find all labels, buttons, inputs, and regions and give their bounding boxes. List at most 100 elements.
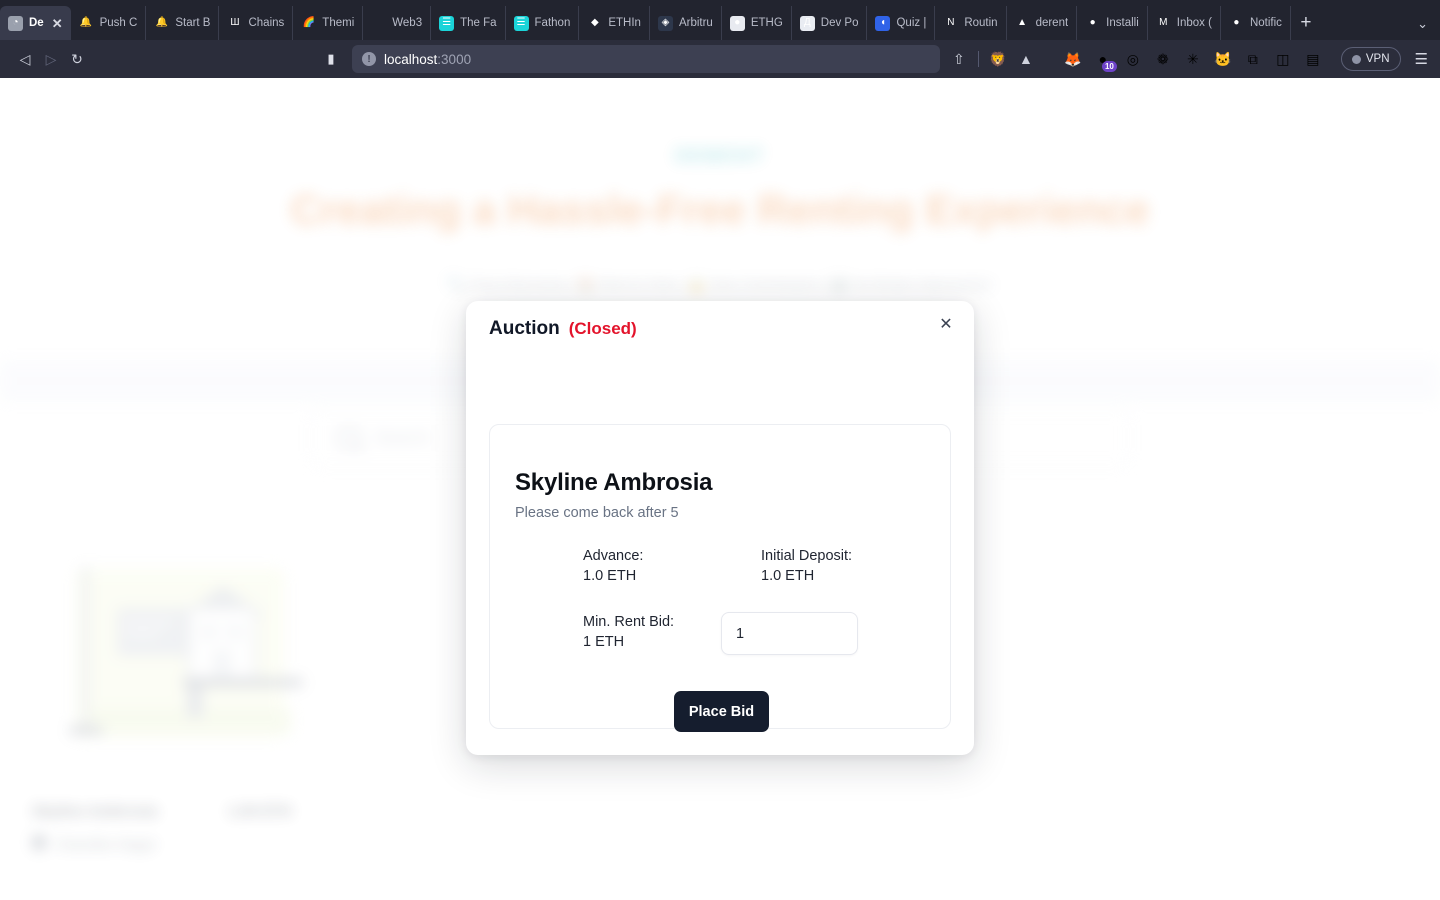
devpost-icon: Д xyxy=(799,15,815,31)
address-bar[interactable]: ! localhost:3000 xyxy=(352,45,940,73)
detail-label: Initial Deposit: xyxy=(761,548,853,564)
tab-label: Dev Po xyxy=(820,17,859,29)
browser-tab[interactable]: ● Notific xyxy=(1221,6,1291,40)
tab-strip: ◔ De ✕ 🔔 Push C 🔔 Start B Ш Chains 🌈 Themi Web3 ☰ The… xyxy=(0,0,1440,40)
chainstack-icon: Ш xyxy=(230,17,240,28)
auction-modal: Auction (Closed) ✕ Skyline Ambrosia Plea… xyxy=(466,301,974,755)
browser-tab[interactable]: 🌈 Themi xyxy=(293,6,364,40)
rainbow-icon: 🌈 xyxy=(302,17,316,28)
browser-tab[interactable]: 🔔 Push C xyxy=(71,6,147,40)
place-bid-button[interactable]: Place Bid xyxy=(674,691,769,732)
detail-label: Advance: xyxy=(583,548,644,564)
browser-tab[interactable]: ◔ De ✕ xyxy=(0,6,71,40)
tab-label: The Fa xyxy=(460,17,497,29)
tab-label: Notific xyxy=(1249,17,1282,29)
blank-icon xyxy=(371,16,386,31)
browser-tab[interactable]: Web3 xyxy=(363,6,432,40)
brave-shield-icon[interactable]: ▲ xyxy=(1013,46,1039,72)
browser-tab[interactable]: N Routin xyxy=(935,6,1007,40)
tab-label: Fathon xyxy=(534,17,571,29)
extension-icons: 🦊 ● 10 ◎ ❁ ✳ 🐱 ⧉ ◫ ▤ xyxy=(1063,49,1323,72)
tab-list-button[interactable]: ⌄ xyxy=(1417,16,1428,32)
browser-tab[interactable]: M Inbox ( xyxy=(1148,6,1221,40)
kitty-icon[interactable]: 🐱 xyxy=(1213,49,1233,69)
browser-tab[interactable]: 🔔 Start B xyxy=(146,6,220,40)
navigation-toolbar: ◁ ▷ ↻ ▮ ! localhost:3000 ⇧ 🦁 ▲ 🦊 ● 10 ◎ ❁ ✳ 🐱 ⧉… xyxy=(0,40,1440,78)
browser-menu-icon[interactable]: ☰ xyxy=(1415,50,1428,68)
rabby-icon[interactable]: ◎ xyxy=(1123,49,1143,69)
browser-tab[interactable]: ● ETHG xyxy=(722,6,792,40)
share-icon[interactable]: ⇧ xyxy=(946,46,972,72)
tab-label: Themi xyxy=(322,17,355,29)
tab-label: Start B xyxy=(175,17,211,29)
claude-icon[interactable]: ✳ xyxy=(1183,49,1203,69)
book-icon: ☰ xyxy=(439,15,455,31)
url-port: :3000 xyxy=(437,51,472,67)
tab-close-icon[interactable]: ✕ xyxy=(52,17,63,30)
metamask-icon[interactable]: 🦊 xyxy=(1063,49,1083,69)
tab-label: De xyxy=(29,17,44,29)
browser-tab[interactable]: ☰ The Fa xyxy=(431,6,506,40)
tab-label: Installi xyxy=(1106,17,1139,29)
github-icon: ● xyxy=(1233,17,1240,28)
ethereum-icon: ◆ xyxy=(590,17,599,28)
wallet-icon[interactable]: ▤ xyxy=(1303,49,1323,69)
url-text: localhost:3000 xyxy=(384,52,471,67)
browser-tab[interactable]: Д Dev Po xyxy=(792,6,868,40)
brave-lion-icon[interactable]: 🦁 xyxy=(985,46,1011,72)
modal-overlay: Auction (Closed) ✕ Skyline Ambrosia Plea… xyxy=(0,78,1440,900)
detail-advance: Advance: 1.0 ETH xyxy=(583,546,761,586)
vpn-button[interactable]: VPN xyxy=(1340,47,1401,71)
site-info-icon[interactable]: ! xyxy=(362,52,376,66)
bid-amount-input[interactable] xyxy=(721,612,858,655)
toolbar-divider xyxy=(977,51,979,67)
browser-tab[interactable]: ● Installi xyxy=(1077,6,1148,40)
auction-details-grid: Advance: 1.0 ETH Initial Deposit: 1.0 ET… xyxy=(583,546,943,586)
tab-label: Routin xyxy=(964,17,998,29)
tab-label: Chains xyxy=(248,17,285,29)
min-rent-bid-labels: Min. Rent Bid: 1 ETH xyxy=(583,612,721,652)
sidebar-icon[interactable]: ◫ xyxy=(1273,49,1293,69)
bid-minimum-value: 1 ETH xyxy=(583,634,625,650)
extension-badge: 10 xyxy=(1101,61,1117,72)
puzzle-icon[interactable]: ⧉ xyxy=(1243,49,1263,69)
detail-initial-deposit: Initial Deposit: 1.0 ETH xyxy=(761,546,939,586)
browser-tab[interactable]: ◖ Quiz | xyxy=(867,6,936,40)
notion-icon: N xyxy=(947,17,955,28)
detail-value: 1.0 ETH xyxy=(761,568,815,584)
github-icon: ● xyxy=(1089,17,1096,28)
forward-icon[interactable]: ▷ xyxy=(38,46,64,72)
modal-header: Auction (Closed) xyxy=(489,318,637,340)
min-rent-bid-row: Min. Rent Bid: 1 ETH xyxy=(583,612,943,655)
bid-label: Min. Rent Bid: xyxy=(583,614,675,630)
browser-tab[interactable]: ☰ Fathon xyxy=(506,6,580,40)
tab-label: Inbox ( xyxy=(1176,17,1212,29)
tab-label: Push C xyxy=(99,17,138,29)
tab-label: ETHIn xyxy=(608,17,641,29)
address-bar-actions: ⇧ 🦁 ▲ xyxy=(946,46,1039,72)
bookmark-icon[interactable]: ▮ xyxy=(318,46,344,72)
close-icon[interactable]: ✕ xyxy=(934,313,958,337)
ethglobal-icon: ● xyxy=(729,15,745,31)
url-container: ▮ ! localhost:3000 ⇧ 🦁 ▲ xyxy=(100,45,1039,73)
bell-icon: 🔔 xyxy=(79,17,93,28)
globe-icon: ◔ xyxy=(8,15,23,31)
browser-tab[interactable]: ▲ derent xyxy=(1007,6,1078,40)
tab-label: derent xyxy=(1035,17,1069,29)
browser-tab[interactable]: ◆ ETHIn xyxy=(579,6,650,40)
tab-label: Web3 xyxy=(392,17,423,29)
vpn-label: VPN xyxy=(1365,53,1390,65)
browser-chrome: ◔ De ✕ 🔔 Push C 🔔 Start B Ш Chains 🌈 Themi Web3 ☰ The… xyxy=(0,0,1440,78)
browser-tab[interactable]: Ш Chains xyxy=(219,6,294,40)
tab-label: Arbitru xyxy=(678,17,713,29)
colorpicker-icon[interactable]: ❁ xyxy=(1153,49,1173,69)
back-icon[interactable]: ◁ xyxy=(12,46,38,72)
reload-icon[interactable]: ↻ xyxy=(64,46,90,72)
phantom-icon[interactable]: ● 10 xyxy=(1093,49,1117,72)
auction-note: Please come back after 5 xyxy=(515,505,679,521)
vercel-icon: ▲ xyxy=(1017,17,1028,28)
browser-tab[interactable]: ◈ Arbitru xyxy=(650,6,722,40)
detail-value: 1.0 ETH xyxy=(583,568,637,584)
gmail-icon: M xyxy=(1159,17,1168,28)
new-tab-button[interactable]: + xyxy=(1291,6,1321,40)
